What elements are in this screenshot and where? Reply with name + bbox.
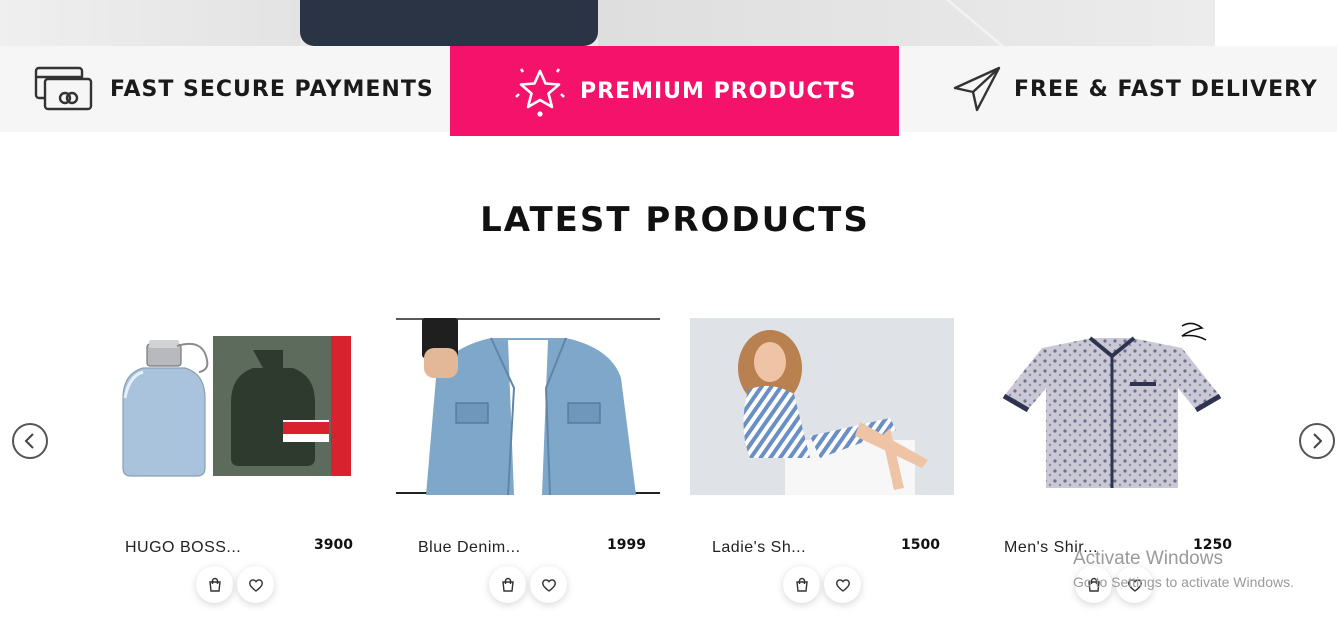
product-price: 1500 [901, 537, 940, 553]
product-image-perfume[interactable] [103, 318, 367, 495]
hero-floor [598, 0, 1215, 46]
add-to-cart-button[interactable] [783, 566, 820, 603]
add-to-cart-button[interactable] [489, 566, 526, 603]
hero-banner-image [0, 0, 1215, 46]
shopping-bag-icon [1087, 577, 1100, 592]
features-strip: FAST SECURE PAYMENTS PREMIUM PRODUCTS FR… [0, 46, 1337, 136]
product-actions [690, 566, 954, 603]
add-to-wishlist-button[interactable] [530, 566, 567, 603]
product-name[interactable]: Men's Shir... [1004, 539, 1098, 557]
product-price: 1999 [607, 537, 646, 553]
product-image-denim-jacket[interactable] [396, 318, 660, 495]
hero-background [0, 0, 300, 46]
carousel-next-button[interactable] [1299, 423, 1335, 459]
add-to-wishlist-button[interactable] [1116, 566, 1153, 603]
hero-floor-line [930, 0, 1020, 46]
hero-model-jeans [300, 0, 598, 46]
feature-delivery: FREE & FAST DELIVERY [944, 46, 1318, 132]
add-to-wishlist-button[interactable] [824, 566, 861, 603]
product-card[interactable]: Blue Denim... 1999 [396, 318, 660, 619]
feature-premium: PREMIUM PRODUCTS [450, 46, 899, 136]
shopping-bag-icon [208, 577, 221, 592]
product-card[interactable]: HUGO BOSS... 3900 [103, 318, 367, 619]
product-name[interactable]: Ladie's Sh... [712, 539, 806, 557]
heart-icon [541, 578, 556, 592]
product-price: 3900 [314, 537, 353, 553]
carousel-prev-button[interactable] [12, 423, 48, 459]
product-name[interactable]: HUGO BOSS... [125, 539, 241, 557]
product-actions [396, 566, 660, 603]
product-card[interactable]: Ladie's Sh... 1500 [690, 318, 954, 619]
product-card[interactable]: Men's Shir... 1250 [982, 318, 1246, 619]
product-actions [103, 566, 367, 603]
add-to-cart-button[interactable] [1075, 566, 1112, 603]
heart-icon [1127, 578, 1142, 592]
product-image-mens-shirt[interactable] [982, 318, 1246, 495]
paper-plane-icon [944, 61, 1008, 117]
chevron-left-icon [24, 433, 34, 449]
credit-card-icon [32, 61, 96, 117]
add-to-cart-button[interactable] [196, 566, 233, 603]
product-name[interactable]: Blue Denim... [418, 539, 521, 557]
product-image-ladies-shirt[interactable] [690, 318, 954, 495]
feature-payments-label: FAST SECURE PAYMENTS [110, 76, 434, 102]
star-icon [508, 63, 572, 119]
heart-icon [248, 578, 263, 592]
product-price: 1250 [1193, 537, 1232, 553]
product-actions [982, 566, 1246, 603]
shopping-bag-icon [501, 577, 514, 592]
feature-delivery-label: FREE & FAST DELIVERY [1014, 76, 1318, 102]
feature-payments: FAST SECURE PAYMENTS [32, 46, 434, 132]
feature-premium-label: PREMIUM PRODUCTS [580, 78, 857, 104]
chevron-right-icon [1313, 433, 1323, 449]
add-to-wishlist-button[interactable] [237, 566, 274, 603]
heart-icon [835, 578, 850, 592]
latest-products-heading: LATEST PRODUCTS [480, 200, 870, 240]
shopping-bag-icon [795, 577, 808, 592]
